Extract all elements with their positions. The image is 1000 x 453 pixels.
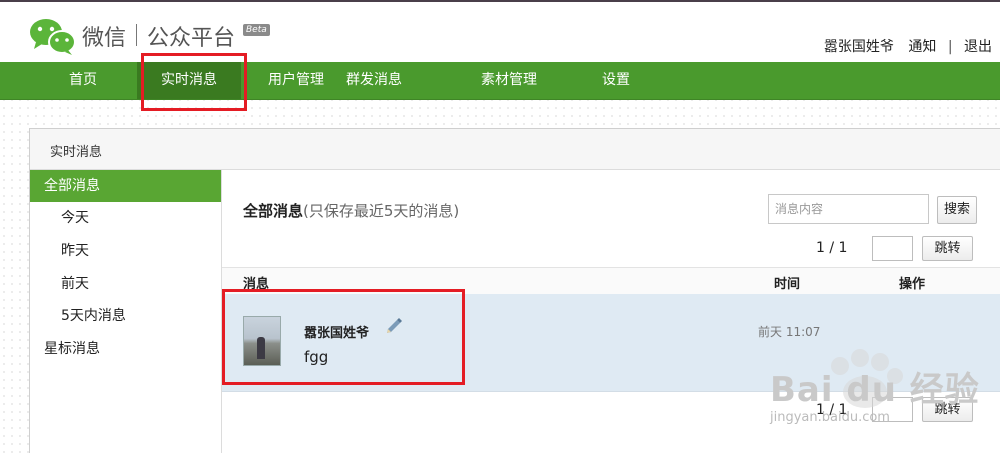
nav-item-realtime[interactable]: 实时消息 <box>137 62 241 99</box>
heading-note: (只保存最近5天的消息) <box>303 202 460 220</box>
sidebar-item-today[interactable]: 今天 <box>30 202 221 234</box>
watermark-url: jingyan.baidu.com <box>770 410 890 425</box>
sidebar-item-day-before[interactable]: 前天 <box>30 268 221 300</box>
column-time: 时间 <box>774 277 801 292</box>
page-number-input-top[interactable] <box>872 236 913 261</box>
beta-badge: Beta <box>243 24 270 36</box>
nav-item-materials[interactable]: 素材管理 <box>471 62 547 99</box>
panel-header: 实时消息 <box>30 129 1000 170</box>
platform-title: 公众平台 <box>147 26 236 51</box>
panel-title: 实时消息 <box>50 145 103 160</box>
sidebar: 全部消息 今天 昨天 前天 5天内消息 星标消息 <box>30 170 222 453</box>
user-area: 嚣张国姓爷 通知 | 退出 <box>824 36 992 56</box>
nav-item-users[interactable]: 用户管理 <box>258 62 334 99</box>
wechat-logo-icon <box>30 19 76 55</box>
main-nav: 首页 实时消息 用户管理 群发消息 素材管理 设置 <box>0 62 1000 100</box>
message-time: 前天 11:07 <box>758 325 821 339</box>
heading-title: 全部消息 <box>243 202 304 220</box>
logo-text: 微信 <box>82 26 127 51</box>
search-button[interactable]: 搜索 <box>937 196 977 224</box>
column-action: 操作 <box>899 277 926 292</box>
notify-link[interactable]: 通知 <box>908 36 936 56</box>
sidebar-item-starred[interactable]: 星标消息 <box>30 333 221 365</box>
header: 微信 公众平台 Beta 嚣张国姓爷 通知 | 退出 <box>0 2 1000 62</box>
nav-item-settings[interactable]: 设置 <box>590 62 642 99</box>
sidebar-item-5days[interactable]: 5天内消息 <box>30 300 221 332</box>
page-heading: 全部消息(只保存最近5天的消息) <box>243 200 459 221</box>
username-link[interactable]: 嚣张国姓爷 <box>824 36 894 56</box>
message-sender[interactable]: 嚣张国姓爷 <box>304 322 369 341</box>
table-header: 消息 时间 操作 <box>222 267 1000 295</box>
avatar[interactable] <box>243 316 281 366</box>
page-info-top: 1 / 1 <box>816 240 848 256</box>
sidebar-item-yesterday[interactable]: 昨天 <box>30 235 221 267</box>
message-content: fgg <box>304 348 329 366</box>
nav-item-mass-send[interactable]: 群发消息 <box>336 62 412 99</box>
logo-divider <box>136 24 137 46</box>
user-separator: | <box>947 39 953 55</box>
sidebar-item-all[interactable]: 全部消息 <box>30 170 221 202</box>
jump-button-top[interactable]: 跳转 <box>922 236 973 261</box>
column-message: 消息 <box>243 277 270 292</box>
logout-link[interactable]: 退出 <box>964 36 992 56</box>
edit-remark-icon[interactable] <box>384 316 404 336</box>
nav-item-home[interactable]: 首页 <box>49 62 117 99</box>
watermark-brand: Bai du 经验 <box>770 370 980 410</box>
search-input[interactable] <box>768 194 929 224</box>
